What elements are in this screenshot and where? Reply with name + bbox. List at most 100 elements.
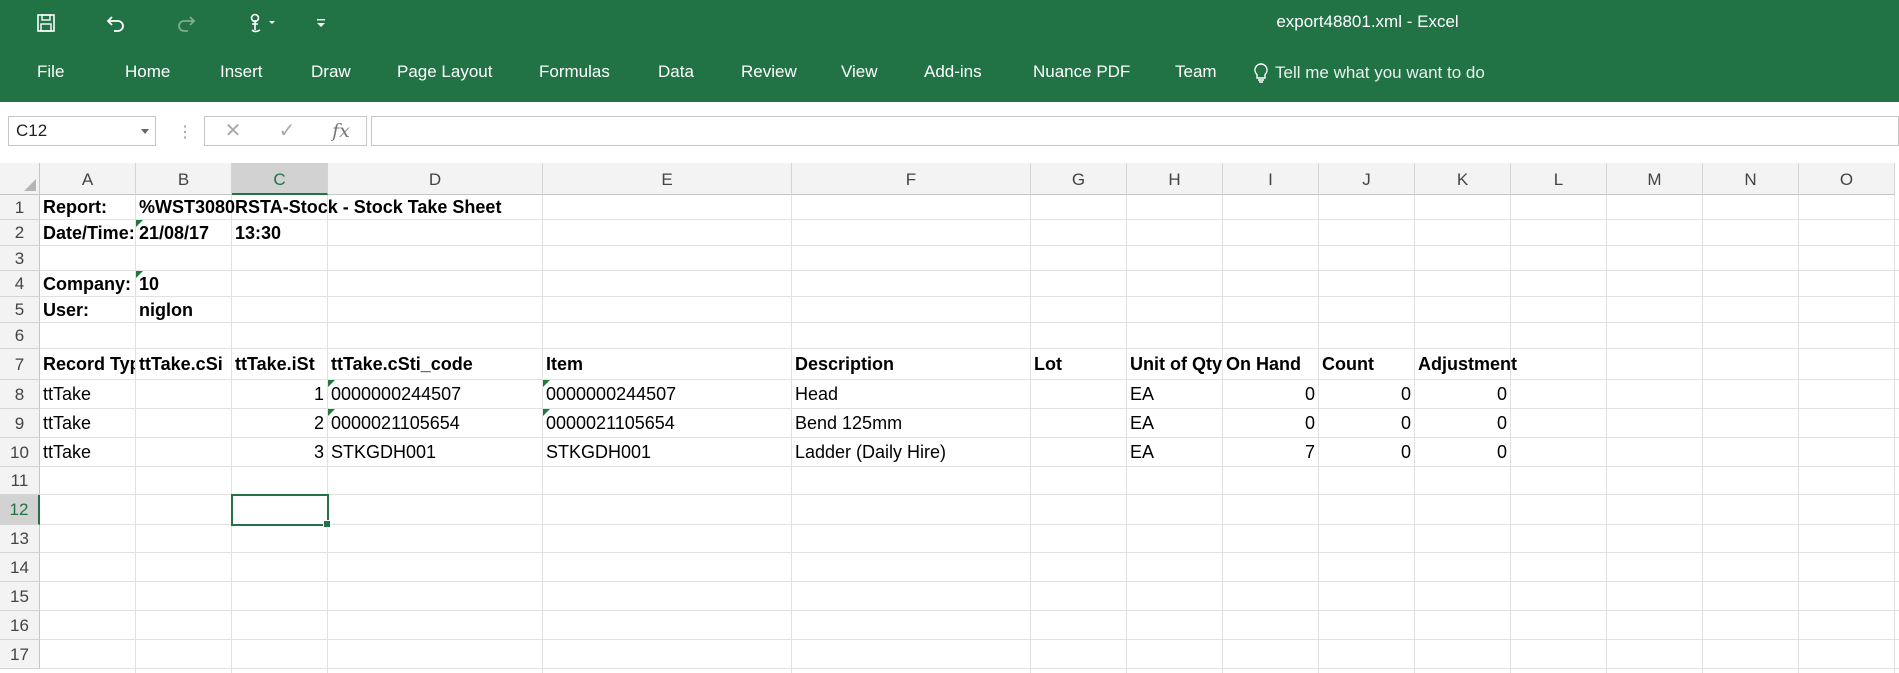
column-header-n[interactable]: N <box>1703 163 1799 195</box>
cell-a5[interactable]: User: <box>40 297 135 322</box>
cell-i7[interactable]: On Hand <box>1223 349 1318 379</box>
error-indicator-icon[interactable] <box>328 380 335 387</box>
cell-a4[interactable]: Company: <box>40 271 135 296</box>
tab-insert[interactable]: Insert <box>220 62 263 82</box>
cell-f7[interactable]: Description <box>792 349 1030 379</box>
cell-a1[interactable]: Report: <box>40 195 135 219</box>
cell-d10[interactable]: STKGDH001 <box>328 438 542 466</box>
row-header-2[interactable]: 2 <box>0 220 40 246</box>
cell-i8[interactable]: 0 <box>1223 380 1318 408</box>
cell-b2[interactable]: 21/08/17 <box>136 220 231 245</box>
error-indicator-icon[interactable] <box>136 271 143 278</box>
tab-review[interactable]: Review <box>741 62 797 82</box>
tab-data[interactable]: Data <box>658 62 694 82</box>
cell-g7[interactable]: Lot <box>1031 349 1126 379</box>
column-header-i[interactable]: I <box>1223 163 1319 195</box>
error-indicator-icon[interactable] <box>543 409 550 416</box>
cell-j8[interactable]: 0 <box>1319 380 1414 408</box>
row-header-3[interactable]: 3 <box>0 246 40 271</box>
column-header-o[interactable]: O <box>1799 163 1895 195</box>
cell-h7[interactable]: Unit of Qty <box>1127 349 1222 379</box>
error-indicator-icon[interactable] <box>328 409 335 416</box>
resize-handle-icon[interactable]: ⋮ <box>177 122 193 142</box>
cell-e10[interactable]: STKGDH001 <box>543 438 791 466</box>
cell-b5[interactable]: niglon <box>136 297 231 322</box>
row-header-5[interactable]: 5 <box>0 297 40 323</box>
error-indicator-icon[interactable] <box>543 380 550 387</box>
cell-a9[interactable]: ttTake <box>40 409 135 437</box>
tab-formulas[interactable]: Formulas <box>539 62 610 82</box>
column-header-e[interactable]: E <box>543 163 792 195</box>
cancel-icon[interactable]: ✕ <box>213 117 253 145</box>
row-header-6[interactable]: 6 <box>0 323 40 349</box>
row-header-4[interactable]: 4 <box>0 271 40 297</box>
error-indicator-icon[interactable] <box>136 220 143 227</box>
cell-a2[interactable]: Date/Time: <box>40 220 135 245</box>
cell-h8[interactable]: EA <box>1127 380 1222 408</box>
cell-c2[interactable]: 13:30 <box>232 220 327 245</box>
cell-e9[interactable]: 0000021105654 <box>543 409 791 437</box>
cell-k8[interactable]: 0 <box>1415 380 1510 408</box>
column-header-d[interactable]: D <box>328 163 543 195</box>
cell-b7[interactable]: ttTake.cSi <box>136 349 231 379</box>
tab-home[interactable]: Home <box>125 62 170 82</box>
insert-function-icon[interactable]: fx <box>321 117 361 145</box>
name-box[interactable]: C12 <box>8 116 156 146</box>
tab-team[interactable]: Team <box>1175 62 1217 82</box>
column-header-h[interactable]: H <box>1127 163 1223 195</box>
column-header-j[interactable]: J <box>1319 163 1415 195</box>
column-header-a[interactable]: A <box>40 163 136 195</box>
chevron-down-icon[interactable] <box>141 129 149 134</box>
cell-b1[interactable]: %WST3080RSTA-Stock - Stock Take Sheet <box>136 195 501 219</box>
cell-e8[interactable]: 0000000244507 <box>543 380 791 408</box>
formula-input[interactable] <box>371 116 1899 146</box>
cell-f9[interactable]: Bend 125mm <box>792 409 1030 437</box>
row-header-16[interactable]: 16 <box>0 611 40 640</box>
cell-d8[interactable]: 0000000244507 <box>328 380 542 408</box>
row-header-11[interactable]: 11 <box>0 467 40 495</box>
row-header-7[interactable]: 7 <box>0 349 40 380</box>
cell-j10[interactable]: 0 <box>1319 438 1414 466</box>
cell-k7[interactable]: Adjustment <box>1415 349 1517 379</box>
tab-nuance-pdf[interactable]: Nuance PDF <box>1033 62 1130 82</box>
tab-add-ins[interactable]: Add-ins <box>924 62 982 82</box>
tab-view[interactable]: View <box>841 62 878 82</box>
cell-b4[interactable]: 10 <box>136 271 231 296</box>
cell-k9[interactable]: 0 <box>1415 409 1510 437</box>
row-header-15[interactable]: 15 <box>0 582 40 611</box>
cell-i9[interactable]: 0 <box>1223 409 1318 437</box>
row-header-12[interactable]: 12 <box>0 495 40 525</box>
cell-e7[interactable]: Item <box>543 349 791 379</box>
tell-me-box[interactable]: Tell me what you want to do <box>1253 62 1485 84</box>
cell-k10[interactable]: 0 <box>1415 438 1510 466</box>
cell-a7[interactable]: Record Type <box>40 349 135 379</box>
cell-j9[interactable]: 0 <box>1319 409 1414 437</box>
cell-h10[interactable]: EA <box>1127 438 1222 466</box>
column-header-k[interactable]: K <box>1415 163 1511 195</box>
cell-j7[interactable]: Count <box>1319 349 1414 379</box>
cell-h9[interactable]: EA <box>1127 409 1222 437</box>
row-header-14[interactable]: 14 <box>0 553 40 582</box>
select-all-button[interactable] <box>0 163 40 195</box>
column-header-f[interactable]: F <box>792 163 1031 195</box>
row-header-9[interactable]: 9 <box>0 409 40 438</box>
row-header-8[interactable]: 8 <box>0 380 40 409</box>
row-header-17[interactable]: 17 <box>0 640 40 669</box>
cell-a10[interactable]: ttTake <box>40 438 135 466</box>
column-header-b[interactable]: B <box>136 163 232 195</box>
cell-a8[interactable]: ttTake <box>40 380 135 408</box>
worksheet-grid[interactable]: A B C D E F G H I J K L M N O 1 2 3 4 5 6 7 8 9 10 11 12 13 14 15 16 17… <box>0 163 1899 673</box>
cell-f8[interactable]: Head <box>792 380 1030 408</box>
cell-i10[interactable]: 7 <box>1223 438 1318 466</box>
cell-d7[interactable]: ttTake.cSti_code <box>328 349 542 379</box>
row-header-10[interactable]: 10 <box>0 438 40 467</box>
cell-d9[interactable]: 0000021105654 <box>328 409 542 437</box>
cell-c7[interactable]: ttTake.iSt <box>232 349 327 379</box>
cell-c10[interactable]: 3 <box>232 438 327 466</box>
column-header-l[interactable]: L <box>1511 163 1607 195</box>
cell-c9[interactable]: 2 <box>232 409 327 437</box>
row-header-1[interactable]: 1 <box>0 195 40 220</box>
column-header-c[interactable]: C <box>232 163 328 195</box>
row-header-13[interactable]: 13 <box>0 525 40 553</box>
column-header-m[interactable]: M <box>1607 163 1703 195</box>
